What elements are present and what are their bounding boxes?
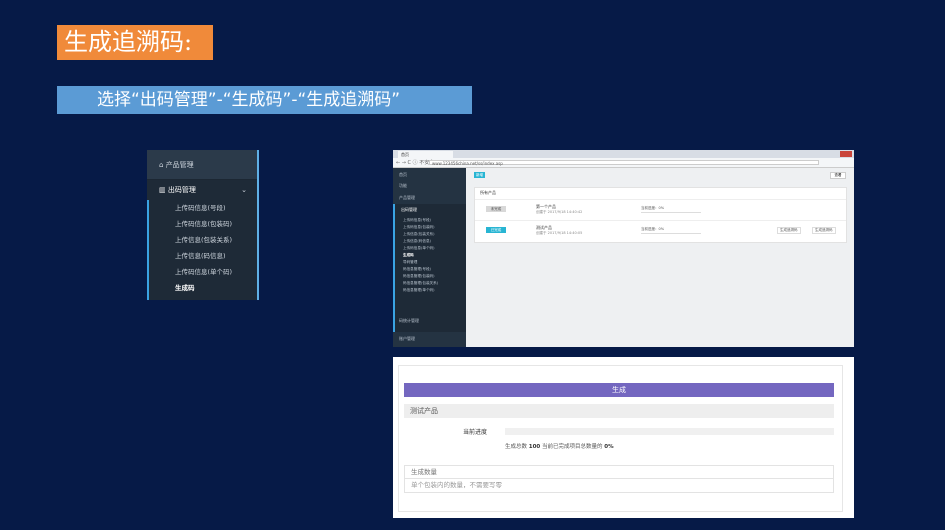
sidebar-item-home[interactable]: 首页 [393,172,466,178]
sidebar-item-label: 产品管理 [165,161,194,169]
progress-bar [641,233,701,234]
summary-mid: 当前已完成项目总数量的 [542,444,603,450]
browser-screenshot: 首页 ← → C ⓘ 不安全 www.123456china.net/ss/in… [393,150,854,347]
sidebar-submenu: 上传码信息(号段) 上传码信息(包装码) 上传信息(包装关系) 上传信息(码信息… [147,200,257,300]
products-panel: 所有产品 未完成 第一个产品 创建于 2017/9/18 14:40:42 当前… [474,187,847,243]
product-name: 测试产品 [404,404,834,418]
sidebar-subitem-generate-code[interactable]: 生成码 [397,253,466,258]
product-progress: 当前进度：0% [641,206,665,210]
browser-tab-bar: 首页 [393,150,854,158]
browser-tab[interactable]: 首页 [398,151,453,158]
sidebar-subitem[interactable]: 码信息管理(包装关系) [397,281,466,286]
status-badge: 已完成 [486,227,506,233]
sidebar-subitem[interactable]: 上传码信息(号段) [149,200,257,216]
url-input[interactable]: www.123456china.net/ss/index.asp [429,160,819,166]
sidebar-crop: ⌂ 产品管理 ▥ 出码管理 ⌄ 上传码信息(号段) 上传码信息(包装码) 上传信… [147,150,259,300]
view-button[interactable]: 查看 [830,172,846,179]
sidebar-subitem[interactable]: 上传信息(包装关系) [149,232,257,248]
sidebar-item-account[interactable]: 账户管理 [393,336,466,342]
summary-prefix: 生成总数 [505,444,528,450]
sidebar-subitem[interactable]: 码信息管理(包装码) [397,274,466,279]
generate-dialog-screenshot: 生成 测试产品 当前进度 生成总数 100 当前已完成项目总数量的 0% 生成数… [393,357,854,518]
summary-total: 100 [528,444,541,450]
sidebar-subitem[interactable]: 上传信息(码信息) [397,239,466,244]
product-date: 创建于 2017/9/18 14:40:42 [536,210,583,214]
chevron-down-icon: ⌄ [241,186,247,194]
sidebar-subitem[interactable]: 上传码信息(包装码) [397,225,466,230]
sidebar-subitem-generate-code[interactable]: 生成码 [149,280,257,296]
status-badge: 未完成 [486,206,506,212]
product-date: 创建于 2017/9/18 14:40:05 [536,231,583,235]
bar-chart-icon: ▥ [159,186,166,194]
progress-summary: 生成总数 100 当前已完成项目总数量的 0% [505,442,614,450]
app-sidebar: 首页 功能 产品管理 出码管理 上传码信息(号段) 上传码信息(包装码) 上传信… [393,168,466,347]
quantity-input[interactable]: 单个包装内的数量，不需要写零 [404,479,834,493]
progress-label: 当前进度 [463,429,488,436]
generate-header-button[interactable]: 生成 [404,383,834,397]
sidebar-subitem[interactable]: 上传码信息(号段) [397,218,466,223]
progress-bar [505,428,834,435]
browser-address-bar: ← → C ⓘ 不安全 www.123456china.net/ss/index… [393,158,854,168]
summary-percent: 0% [604,444,614,450]
table-row: 未完成 第一个产品 创建于 2017/9/18 14:40:42 当前进度：0% [475,199,846,220]
panel-title: 所有产品 [480,190,496,195]
instruction-banner: 选择“出码管理”-“生成码”-“生成追溯码” [57,86,472,114]
sidebar-subitem[interactable]: 上传码信息(单个码) [149,264,257,280]
sidebar-item-code-management[interactable]: 出码管理 [395,207,468,213]
sidebar-subitem[interactable]: 上传码信息(单个码) [397,246,466,251]
table-row: 已完成 测试产品 创建于 2017/9/18 14:40:05 当前进度：0% … [475,220,846,241]
sidebar-subitem[interactable]: 码信息管理(单个码) [397,288,466,293]
quantity-label: 生成数量 [404,465,834,479]
home-icon: ⌂ [159,161,164,169]
add-button[interactable]: 新增 [474,172,485,178]
sidebar-subitem[interactable]: 码信息管理(号段) [397,267,466,272]
sidebar-subitem[interactable]: 上传信息(包装关系) [397,232,466,237]
sidebar-section-label: 功能 [399,183,407,188]
sidebar-item-statistics[interactable]: 码统计管理 [393,318,466,324]
sidebar-subitem[interactable]: 导码管理 [397,260,466,265]
sidebar-item-product-management[interactable]: ⌂ 产品管理 [147,150,257,180]
app-main: 新增 查看 所有产品 未完成 第一个产品 创建于 2017/9/18 14:40… [466,168,854,347]
slide-title: 生成追溯码: [57,25,213,60]
progress-bar [641,212,701,213]
product-progress: 当前进度：0% [641,227,665,231]
sidebar-subitem[interactable]: 上传信息(码信息) [149,248,257,264]
sidebar-item-product-management[interactable]: 产品管理 [393,195,466,201]
sidebar-item-code-management[interactable]: ▥ 出码管理 ⌄ [147,180,257,200]
generate-code-button-2[interactable]: 生成追溯码 [812,227,836,234]
sidebar-subitem[interactable]: 上传码信息(包装码) [149,216,257,232]
generate-code-button[interactable]: 生成追溯码 [777,227,801,234]
sidebar-item-label: 出码管理 [167,186,196,194]
window-close-button[interactable] [840,151,852,157]
